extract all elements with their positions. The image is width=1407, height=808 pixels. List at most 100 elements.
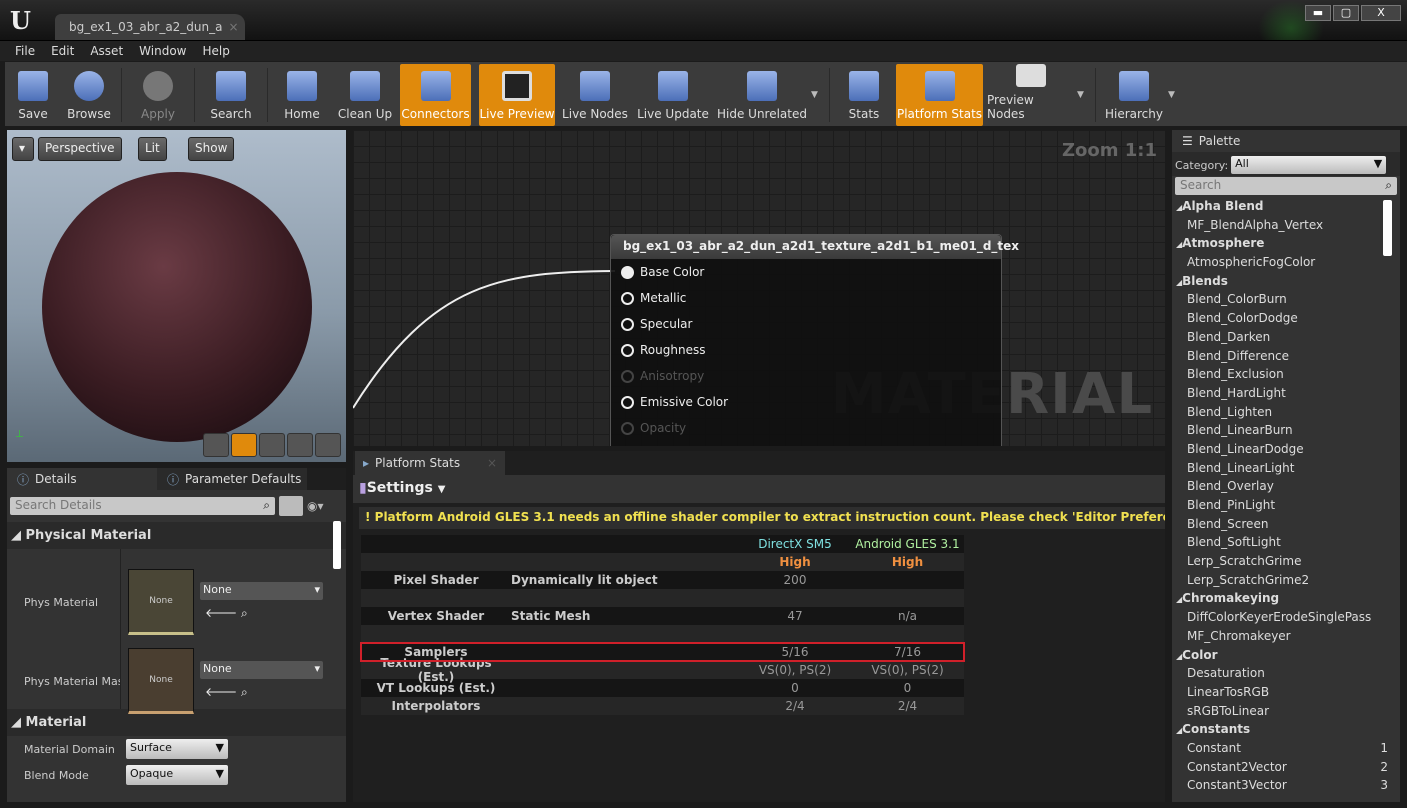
grid-view-button[interactable] xyxy=(279,496,303,516)
hierarchy-button[interactable]: Hierarchy xyxy=(1102,64,1166,126)
phys-material-combo[interactable]: None ▾ xyxy=(200,582,323,600)
palette-item[interactable]: Blend_Exclusion xyxy=(1172,367,1400,386)
preview-plane-button[interactable] xyxy=(259,433,285,457)
palette-item[interactable]: Blend_HardLight xyxy=(1172,386,1400,405)
material-preview-viewport[interactable]: ▾ Perspective Lit Show ⊥ xyxy=(7,130,346,462)
preview-cube-button[interactable] xyxy=(287,433,313,457)
palette-item[interactable]: Blend_PinLight xyxy=(1172,498,1400,517)
phys-material-thumbnail[interactable]: None xyxy=(128,569,194,635)
palette-item[interactable]: MF_BlendAlpha_Vertex xyxy=(1172,218,1400,237)
apply-button[interactable]: Apply xyxy=(128,64,188,126)
stats-button[interactable]: Stats xyxy=(836,64,892,126)
category-combo[interactable]: All ▼ xyxy=(1231,156,1387,174)
close-tab-icon[interactable]: × xyxy=(487,456,497,470)
phys-material-mask-thumbnail[interactable]: None xyxy=(128,648,194,714)
physical-material-category[interactable]: ◢ Physical Material xyxy=(7,522,346,549)
menu-help[interactable]: Help xyxy=(194,41,237,61)
palette-item[interactable]: Constant 1 xyxy=(1172,741,1400,760)
palette-item[interactable]: LinearTosRGB xyxy=(1172,685,1400,704)
palette-item[interactable]: Lerp_ScratchGrime2 xyxy=(1172,573,1400,592)
palette-item[interactable]: sRGBToLinear xyxy=(1172,704,1400,723)
settings-button[interactable]: ▮Settings ▼ xyxy=(353,475,1165,503)
live-nodes-button[interactable]: Live Nodes xyxy=(559,64,631,126)
palette-item[interactable]: Blend_LinearLight xyxy=(1172,461,1400,480)
pin-specular[interactable]: Specular xyxy=(611,311,1001,337)
palette-item[interactable]: Desaturation xyxy=(1172,666,1400,685)
material-domain-combo[interactable]: Surface ▼ xyxy=(126,739,228,759)
menu-file[interactable]: File xyxy=(7,41,43,61)
preview-nodes-button[interactable]: Preview Nodes xyxy=(987,64,1075,126)
palette-item[interactable]: Lerp_ScratchGrime xyxy=(1172,554,1400,573)
palette-category[interactable]: ◢Constants xyxy=(1172,722,1400,741)
hierarchy-dropdown-icon[interactable]: ▼ xyxy=(1168,64,1182,126)
pin-emissive-color[interactable]: Emissive Color xyxy=(611,389,1001,415)
menu-asset[interactable]: Asset xyxy=(82,41,131,61)
preview-sphere-button[interactable] xyxy=(231,433,257,457)
use-selected-arrow-icon[interactable]: 🡐 ⌕ xyxy=(205,684,248,700)
palette-category[interactable]: ◢Blends xyxy=(1172,274,1400,293)
palette-category[interactable]: ◢Color xyxy=(1172,648,1400,667)
palette-item[interactable]: Constant2Vector 2 xyxy=(1172,760,1400,779)
details-scrollbar[interactable] xyxy=(333,521,341,569)
palette-item[interactable]: Blend_LinearDodge xyxy=(1172,442,1400,461)
lit-button[interactable]: Lit xyxy=(138,137,167,161)
material-graph[interactable]: Zoom 1:1 MATERIAL bg_ex1_03_abr_a2_dun_a… xyxy=(353,130,1165,446)
search-button[interactable]: Search xyxy=(201,64,261,126)
material-result-node[interactable]: bg_ex1_03_abr_a2_dun_a2d1_texture_a2d1_b… xyxy=(610,234,1019,446)
close-window-button[interactable]: X xyxy=(1361,5,1401,21)
palette-item[interactable]: AtmosphericFogColor xyxy=(1172,255,1400,274)
pin-roughness[interactable]: Roughness xyxy=(611,337,1001,363)
maximize-button[interactable]: ▢ xyxy=(1333,5,1359,21)
palette-scrollbar[interactable] xyxy=(1383,200,1392,256)
menu-edit[interactable]: Edit xyxy=(43,41,82,61)
preview-mesh-button[interactable] xyxy=(315,433,341,457)
preview-nodes-dropdown-icon[interactable]: ▼ xyxy=(1077,64,1091,126)
preview-cylinder-button[interactable] xyxy=(203,433,229,457)
palette-item[interactable]: Blend_Darken xyxy=(1172,330,1400,349)
palette-item[interactable]: Blend_SoftLight xyxy=(1172,535,1400,554)
palette-item[interactable]: Blend_Overlay xyxy=(1172,479,1400,498)
palette-item[interactable]: Blend_LinearBurn xyxy=(1172,423,1400,442)
palette-item[interactable]: Constant3Vector 3 xyxy=(1172,778,1400,797)
use-selected-arrow-icon[interactable]: 🡐 ⌕ xyxy=(205,605,248,621)
palette-search-input[interactable]: Search ⌕ xyxy=(1175,177,1397,195)
hide-unrelated-button[interactable]: Hide Unrelated xyxy=(715,64,809,126)
live-preview-button[interactable]: Live Preview xyxy=(479,64,555,126)
platform-stats-button[interactable]: Platform Stats xyxy=(896,64,983,126)
home-button[interactable]: Home xyxy=(274,64,330,126)
close-tab-icon[interactable]: × xyxy=(229,20,239,34)
clean-up-button[interactable]: Clean Up xyxy=(334,64,396,126)
material-domain-value: Surface xyxy=(130,741,172,754)
pin-base-color[interactable]: Base Color xyxy=(611,259,1001,285)
palette-item[interactable]: Blend_Difference xyxy=(1172,349,1400,368)
browse-button[interactable]: Browse xyxy=(63,64,115,126)
palette-item[interactable]: DiffColorKeyerErodeSinglePass xyxy=(1172,610,1400,629)
phys-material-mask-combo[interactable]: None ▾ xyxy=(200,661,323,679)
details-tab[interactable]: ⓘ Details xyxy=(7,468,157,490)
blend-mode-combo[interactable]: Opaque ▼ xyxy=(126,765,228,785)
minimize-button[interactable]: ▬ xyxy=(1305,5,1331,21)
connectors-button[interactable]: Connectors xyxy=(400,64,471,126)
search-details-input[interactable]: Search Details ⌕ xyxy=(10,497,275,515)
palette-item[interactable]: MF_Chromakeyer xyxy=(1172,629,1400,648)
viewport-options-button[interactable]: ▾ xyxy=(12,137,34,161)
live-update-button[interactable]: Live Update xyxy=(635,64,711,126)
palette-category[interactable]: ◢Alpha Blend xyxy=(1172,199,1400,218)
palette-category[interactable]: ◢Chromakeying xyxy=(1172,591,1400,610)
palette-tab[interactable]: ☰ Palette xyxy=(1172,130,1322,152)
pin-metallic[interactable]: Metallic xyxy=(611,285,1001,311)
palette-item[interactable]: Blend_Screen xyxy=(1172,517,1400,536)
hide-unrelated-dropdown-icon[interactable]: ▼ xyxy=(811,64,825,126)
perspective-button[interactable]: Perspective xyxy=(38,137,122,161)
document-tab[interactable]: bg_ex1_03_abr_a2_dun_a × xyxy=(55,14,245,40)
palette-category[interactable]: ◢Atmosphere xyxy=(1172,236,1400,255)
parameter-defaults-tab[interactable]: ⓘ Parameter Defaults xyxy=(157,468,307,490)
platform-stats-tab[interactable]: ▸ Platform Stats × xyxy=(355,451,505,475)
visibility-eye-icon[interactable]: ◉▾ xyxy=(307,499,324,513)
menu-window[interactable]: Window xyxy=(131,41,194,61)
palette-item[interactable]: Blend_Lighten xyxy=(1172,405,1400,424)
show-button[interactable]: Show xyxy=(188,137,235,161)
palette-item[interactable]: Blend_ColorBurn xyxy=(1172,292,1400,311)
save-button[interactable]: Save xyxy=(7,64,59,126)
palette-item[interactable]: Blend_ColorDodge xyxy=(1172,311,1400,330)
